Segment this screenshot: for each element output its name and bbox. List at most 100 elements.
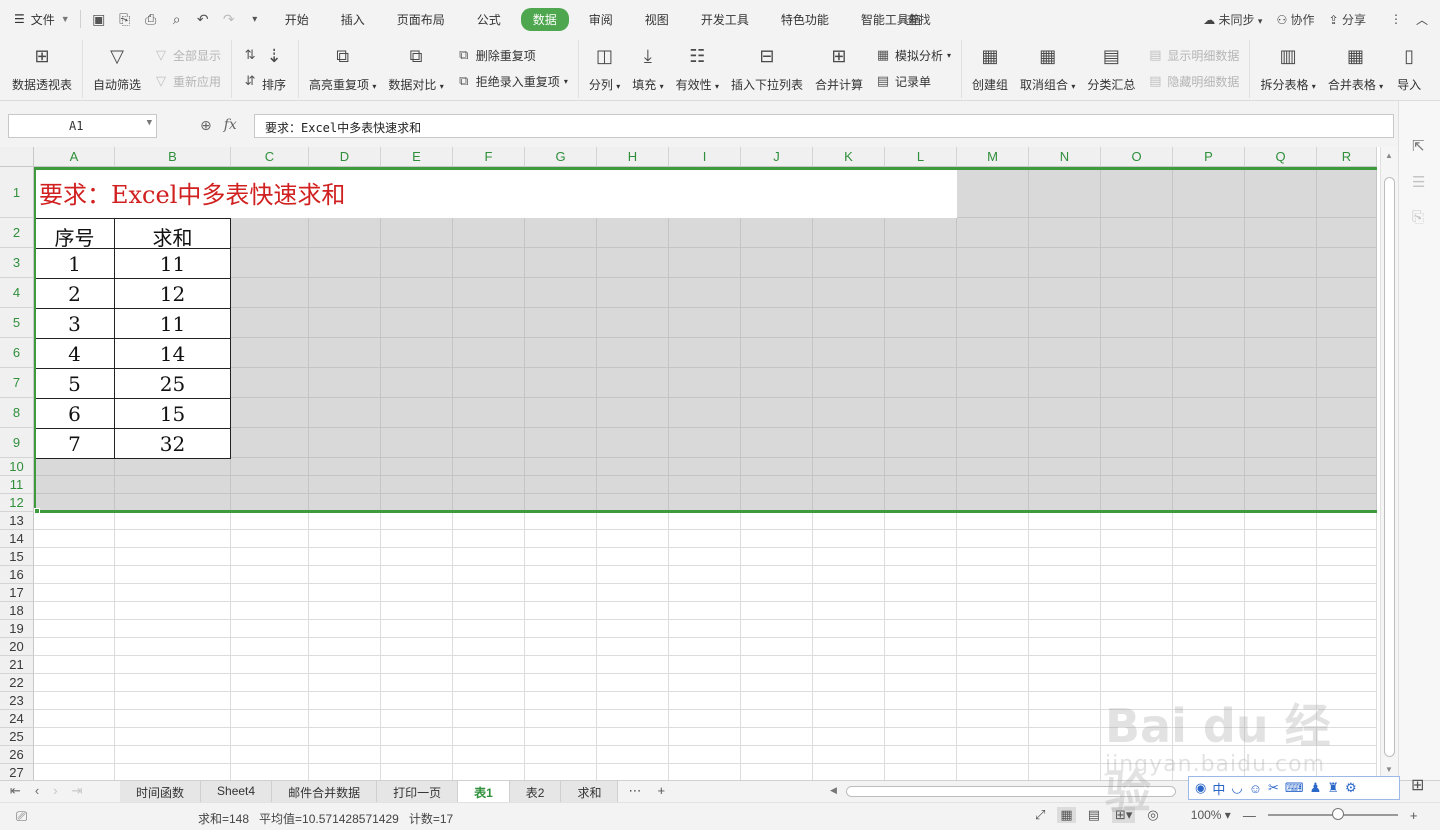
- tab-7[interactable]: 开发工具: [689, 8, 761, 31]
- show-all-button[interactable]: ▽ 全部显示: [153, 45, 221, 65]
- tab-0[interactable]: 开始: [273, 8, 321, 31]
- row-header-6[interactable]: 6: [0, 338, 34, 368]
- table-header-cell[interactable]: 序号: [34, 218, 115, 250]
- first-sheet-icon[interactable]: ⇤: [10, 783, 21, 799]
- function-icon[interactable]: fx: [224, 117, 237, 134]
- cursor-icon[interactable]: ⇱: [1412, 137, 1425, 155]
- sheet-title-cell[interactable]: 要求：Excel中多表快速求和: [35, 167, 957, 218]
- add-sheet-icon[interactable]: +: [657, 783, 665, 801]
- data-compare-button[interactable]: ⧉ 数据对比 ▾: [382, 40, 449, 96]
- row-header-19[interactable]: 19: [0, 620, 34, 638]
- undo-icon[interactable]: ↶: [191, 11, 215, 28]
- column-header-N[interactable]: N: [1029, 147, 1101, 167]
- sheet-tab-3[interactable]: 打印一页: [377, 781, 459, 803]
- zoom-in-icon[interactable]: +: [1410, 808, 1418, 823]
- row-header-3[interactable]: 3: [0, 248, 34, 278]
- ime-skin-icon[interactable]: ♟: [1310, 780, 1322, 796]
- row-header-5[interactable]: 5: [0, 308, 34, 338]
- zoom-level[interactable]: 100% ▾: [1191, 808, 1231, 822]
- row-header-24[interactable]: 24: [0, 710, 34, 728]
- grid-apps-icon[interactable]: ⊞: [1411, 775, 1424, 795]
- row-header-2[interactable]: 2: [0, 218, 34, 248]
- last-sheet-icon[interactable]: ⇥: [72, 783, 83, 799]
- column-header-E[interactable]: E: [381, 147, 453, 167]
- horizontal-scrollbar[interactable]: ◀: [828, 785, 1188, 799]
- row-header-21[interactable]: 21: [0, 656, 34, 674]
- scroll-left-icon[interactable]: ◀: [830, 785, 837, 796]
- sheet-tab-0[interactable]: 时间函数: [120, 781, 202, 803]
- autofilter-button[interactable]: ▽ 自动筛选: [87, 40, 147, 96]
- index-cell[interactable]: 5: [34, 368, 115, 399]
- ime-keyboard-icon[interactable]: ⌨: [1285, 780, 1304, 796]
- merge-table-button[interactable]: ▦ 合并表格 ▾: [1322, 40, 1389, 96]
- fill-button[interactable]: ⤓ 填充 ▾: [626, 40, 669, 96]
- ime-voice-icon[interactable]: ✂: [1268, 780, 1279, 796]
- subtotal-button[interactable]: ▤ 分类汇总: [1081, 40, 1141, 96]
- print-preview-icon[interactable]: ⌕: [165, 11, 189, 28]
- sync-button[interactable]: ☁ 未同步 ▾: [1203, 11, 1262, 28]
- search-button[interactable]: ⌕查找: [900, 11, 931, 28]
- row-header-17[interactable]: 17: [0, 584, 34, 602]
- redo-icon[interactable]: ↷: [217, 11, 241, 28]
- tab-4[interactable]: 数据: [520, 7, 569, 31]
- row-header-8[interactable]: 8: [0, 398, 34, 428]
- sheet-tab-4[interactable]: 表1: [458, 781, 510, 803]
- file-menu[interactable]: ☰ 文件 ▼: [0, 11, 80, 28]
- row-header-11[interactable]: 11: [0, 476, 34, 494]
- sheet-tab-5[interactable]: 表2: [509, 781, 562, 803]
- spreadsheet-grid[interactable]: A B C D E F G H I J K L M N O P Q R 1 2 3 4 5 6 7 8 9 10 11 12 13 14 15 1…: [0, 147, 1398, 780]
- column-header-R[interactable]: R: [1317, 147, 1377, 167]
- export-icon[interactable]: ⎘: [113, 11, 137, 28]
- select-all-corner[interactable]: [0, 147, 34, 167]
- sum-cell[interactable]: 14: [114, 338, 231, 369]
- ungroup-button[interactable]: ▦ 取消组合 ▾: [1014, 40, 1081, 96]
- more-icon[interactable]: ⋮: [1390, 12, 1402, 26]
- ime-toolbar[interactable]: ◉ 中 ◡ ☺ ✂ ⌨ ♟ ♜ ⚙: [1188, 776, 1400, 800]
- column-header-D[interactable]: D: [309, 147, 381, 167]
- row-header-26[interactable]: 26: [0, 746, 34, 764]
- row-header-23[interactable]: 23: [0, 692, 34, 710]
- column-header-B[interactable]: B: [115, 147, 231, 167]
- sum-cell[interactable]: 12: [114, 278, 231, 309]
- column-header-Q[interactable]: Q: [1245, 147, 1317, 167]
- row-header-9[interactable]: 9: [0, 428, 34, 458]
- remove-duplicates-button[interactable]: ⧉ 删除重复项: [456, 45, 568, 65]
- eye-protect-icon[interactable]: ◎: [1147, 807, 1158, 823]
- collab-button[interactable]: ⚇ 协作: [1276, 11, 1314, 28]
- sum-cell[interactable]: 11: [114, 248, 231, 279]
- row-header-18[interactable]: 18: [0, 602, 34, 620]
- tab-3[interactable]: 公式: [465, 8, 513, 31]
- split-column-button[interactable]: ◫ 分列 ▾: [583, 40, 626, 96]
- column-header-I[interactable]: I: [669, 147, 741, 167]
- sheet-tab-6[interactable]: 求和: [561, 781, 619, 803]
- row-header-20[interactable]: 20: [0, 638, 34, 656]
- ime-logo-icon[interactable]: ◉: [1195, 780, 1206, 796]
- table-header-cell[interactable]: 求和: [114, 218, 231, 250]
- zoom-out-icon[interactable]: —: [1243, 808, 1256, 823]
- tab-8[interactable]: 特色功能: [769, 8, 841, 31]
- row-header-7[interactable]: 7: [0, 368, 34, 398]
- column-header-A[interactable]: A: [34, 147, 115, 167]
- macro-icon[interactable]: ⎚: [16, 808, 27, 825]
- show-detail-button[interactable]: ▤ 显示明细数据: [1147, 45, 1239, 65]
- row-header-4[interactable]: 4: [0, 278, 34, 308]
- sort-asc-button[interactable]: ⇅: [242, 45, 258, 65]
- more-sheets-icon[interactable]: ⋯: [628, 783, 641, 801]
- sheet-tab-2[interactable]: 邮件合并数据: [272, 781, 378, 803]
- scroll-up-icon[interactable]: ▲: [1385, 151, 1393, 160]
- tab-1[interactable]: 插入: [329, 8, 377, 31]
- record-form-button[interactable]: ▤ 记录单: [875, 71, 951, 91]
- sum-cell[interactable]: 25: [114, 368, 231, 399]
- zoom-slider-knob[interactable]: [1331, 808, 1344, 820]
- index-cell[interactable]: 7: [34, 428, 115, 459]
- column-header-L[interactable]: L: [885, 147, 957, 167]
- copy-icon[interactable]: ⎘: [1412, 209, 1424, 226]
- ime-chinese-icon[interactable]: 中: [1212, 779, 1225, 798]
- formula-input[interactable]: 要求：Excel中多表快速求和: [254, 114, 1394, 138]
- column-header-P[interactable]: P: [1173, 147, 1245, 167]
- column-header-K[interactable]: K: [813, 147, 885, 167]
- row-header-27[interactable]: 27: [0, 764, 34, 780]
- index-cell[interactable]: 3: [34, 308, 115, 339]
- highlight-duplicates-button[interactable]: ⧉ 高亮重复项 ▾: [303, 40, 382, 96]
- column-header-H[interactable]: H: [597, 147, 669, 167]
